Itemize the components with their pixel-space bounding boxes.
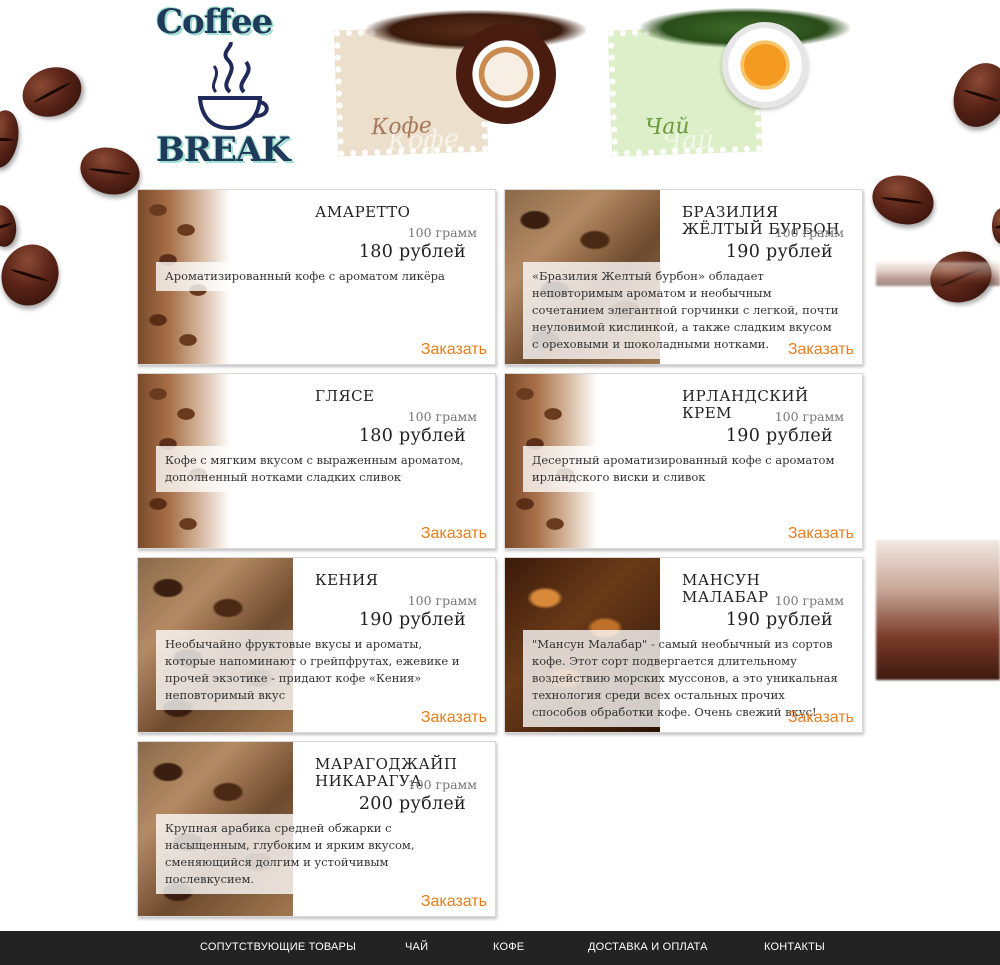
logo-title-bottom: BREAK (156, 130, 291, 170)
product-card: ИРЛАНДСКИЙ КРЕМ 100 грамм 190 рублей Дес… (504, 373, 863, 549)
order-button[interactable]: Заказать (788, 525, 854, 543)
product-description: Ароматизированный кофе с ароматом ликёра (156, 262, 482, 291)
product-price: 190 рублей (725, 426, 833, 446)
product-card: ГЛЯСЕ 100 грамм 180 рублей Кофе с мягким… (137, 373, 496, 549)
category-coffee-label[interactable]: Кофе (371, 113, 432, 140)
product-description: Кофе с мягким вкусом с выраженным аромат… (156, 446, 482, 492)
product-price: 190 рублей (725, 610, 833, 630)
footer-nav-bar: СОПУТСТВУЮЩИЕ ТОВАРЫ ЧАЙ КОФЕ ДОСТАВКА И… (0, 931, 1000, 965)
order-button[interactable]: Заказать (421, 709, 487, 727)
coffee-break-logo[interactable]: Coffee BREAK (152, 2, 302, 174)
product-card: БРАЗИЛИЯ ЖЁЛТЫЙ БУРБОН 100 грамм 190 руб… (504, 189, 863, 365)
coffee-bean-decoration (943, 54, 1000, 136)
side-photo-decoration (876, 540, 1000, 680)
coffee-bean-decoration (75, 141, 145, 201)
category-tea-label[interactable]: Чай (645, 114, 690, 141)
category-coffee-card[interactable]: Кофе Кофе (333, 6, 586, 157)
nav-item-delivery-payment[interactable]: ДОСТАВКА И ОПЛАТА (588, 941, 708, 953)
product-weight: 100 грамм (774, 225, 844, 240)
product-weight: 100 грамм (774, 593, 844, 608)
logo-title-top: Coffee (156, 2, 273, 42)
steaming-cup-icon (197, 42, 269, 131)
nav-item-contacts[interactable]: КОНТАКТЫ (764, 941, 825, 953)
product-price: 200 рублей (358, 794, 466, 814)
coffee-bean-decoration (0, 235, 69, 315)
product-weight: 100 грамм (407, 777, 477, 792)
product-card: АМАРЕТТО 100 грамм 180 рублей Ароматизир… (137, 189, 496, 365)
nav-item-related-products[interactable]: СОПУТСТВУЮЩИЕ ТОВАРЫ (200, 941, 356, 953)
side-photo-decoration (876, 262, 1000, 286)
product-description: Необычайно фруктовые вкусы и ароматы, ко… (156, 630, 482, 710)
coffee-bean-decoration (15, 59, 89, 125)
order-button[interactable]: Заказать (421, 893, 487, 911)
coffee-cup-image (456, 24, 556, 124)
product-description: Крупная арабика средней обжарки с насыще… (156, 814, 482, 894)
product-weight: 100 грамм (407, 593, 477, 608)
product-title: АМАРЕТТО (315, 203, 411, 221)
product-weight: 100 грамм (407, 409, 477, 424)
product-title: КЕНИЯ (315, 571, 379, 589)
tea-cup-image (722, 22, 808, 108)
product-price: 190 рублей (358, 610, 466, 630)
order-button[interactable]: Заказать (788, 341, 854, 359)
coffee-bean-decoration (866, 168, 940, 232)
order-button[interactable]: Заказать (421, 341, 487, 359)
coffee-bean-decoration (0, 107, 23, 171)
product-price: 190 рублей (725, 242, 833, 262)
product-price: 180 рублей (358, 242, 466, 262)
product-weight: 100 грамм (407, 225, 477, 240)
nav-item-tea[interactable]: ЧАЙ (405, 941, 428, 953)
product-card: МАРАГОДЖАЙП НИКАРАГУА 100 грамм 200 рубл… (137, 741, 496, 917)
coffee-bean-decoration (0, 202, 20, 250)
coffee-bean-decoration (992, 208, 1000, 244)
nav-item-coffee[interactable]: КОФЕ (493, 941, 524, 953)
product-title: ГЛЯСЕ (315, 387, 375, 405)
product-description: Десертный ароматизированный кофе с арома… (523, 446, 849, 492)
order-button[interactable]: Заказать (788, 709, 854, 727)
product-weight: 100 грамм (774, 409, 844, 424)
product-card: КЕНИЯ 100 грамм 190 рублей Необычайно фр… (137, 557, 496, 733)
order-button[interactable]: Заказать (421, 525, 487, 543)
product-card: МАНСУН МАЛАБАР 100 грамм 190 рублей "Ман… (504, 557, 863, 733)
product-price: 180 рублей (358, 426, 466, 446)
category-tea-card[interactable]: Чай Чай (607, 6, 850, 157)
